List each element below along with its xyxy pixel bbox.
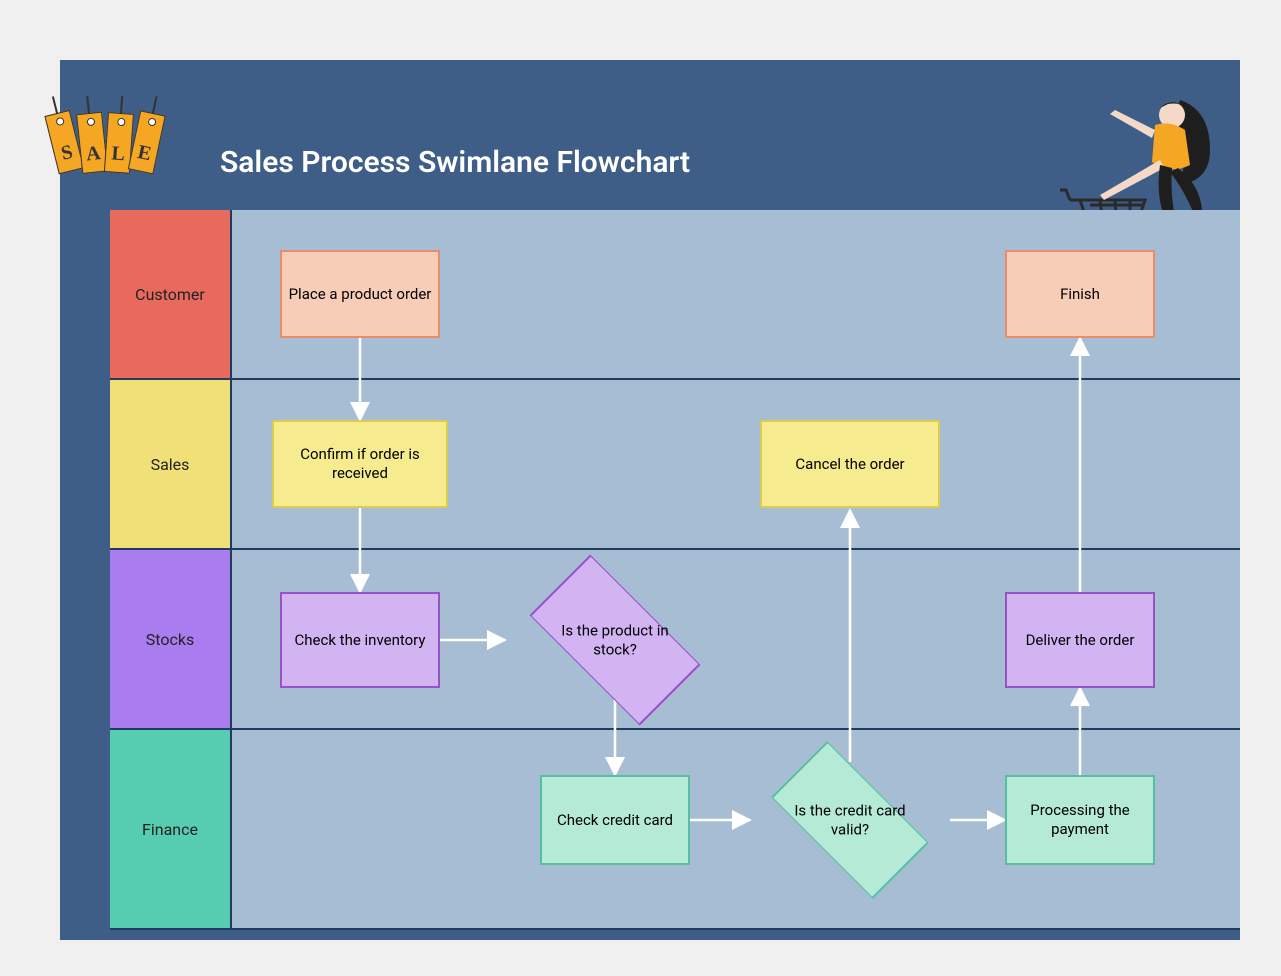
node-cancel-order[interactable]: Cancel the order [760,420,940,508]
diagram-canvas: S A L E Sales Process Swimlane Flowchart [20,20,1261,956]
sale-tag-letter: L [105,142,131,167]
node-finish[interactable]: Finish [1005,250,1155,338]
node-place-order[interactable]: Place a product order [280,250,440,338]
node-label: Confirm if order is received [280,445,440,483]
node-label: Is the credit card valid? [780,801,920,839]
node-label: Check the inventory [295,631,426,650]
lane-header-finance: Finance [110,730,230,928]
node-label: Cancel the order [795,455,904,474]
sale-tag-letter: S [53,139,82,167]
lane-header-stocks: Stocks [110,550,230,728]
node-deliver-order[interactable]: Deliver the order [1005,592,1155,688]
title-bar: S A L E Sales Process Swimlane Flowchart [60,60,1240,210]
sale-tag-letter: E [130,140,158,167]
node-label: Deliver the order [1026,631,1135,650]
node-label: Place a product order [289,285,432,304]
node-process-payment[interactable]: Processing the payment [1005,775,1155,865]
node-label: Is the product in stock? [545,621,685,659]
diagram-title: Sales Process Swimlane Flowchart [220,145,690,180]
lane-header-customer: Customer [110,210,230,378]
node-check-inventory[interactable]: Check the inventory [280,592,440,688]
sale-tags-illustration: S A L E [40,95,180,215]
sale-tag-letter: A [80,142,106,167]
node-check-credit[interactable]: Check credit card [540,775,690,865]
node-confirm-order[interactable]: Confirm if order is received [272,420,448,508]
node-label: Processing the payment [1013,801,1147,839]
node-label: Finish [1060,285,1100,304]
main-panel: S A L E Sales Process Swimlane Flowchart [60,60,1240,940]
swimlanes: Customer Sales Stocks Finance [110,210,1240,930]
lane-header-sales: Sales [110,380,230,548]
node-label: Check credit card [557,811,673,830]
